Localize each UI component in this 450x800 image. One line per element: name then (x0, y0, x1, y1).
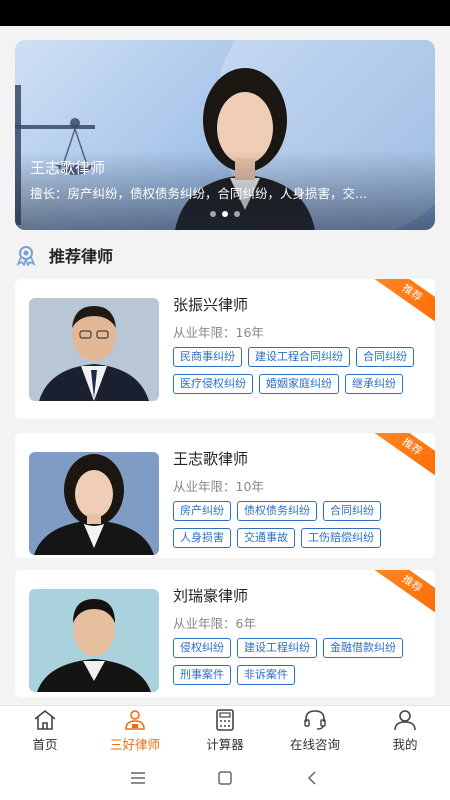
practice-tag: 合同纠纷 (356, 347, 414, 367)
lawyer-card[interactable]: 王志歌律师 从业年限：10年 房产纠纷 债权债务纠纷 合同纠纷 人身损害 交通事… (15, 433, 435, 558)
carousel-dot-active[interactable] (222, 211, 228, 217)
lawyer-icon (125, 710, 145, 730)
headset-icon (304, 710, 326, 730)
status-bar (0, 0, 450, 26)
practice-tag: 房产纠纷 (173, 501, 231, 521)
carousel-dot[interactable] (234, 211, 240, 217)
practice-tags: 侵权纠纷 建设工程纠纷 金融借款纠纷 刑事案件 非诉案件 (173, 638, 423, 692)
banner-title: 王志歌律师 (30, 159, 106, 177)
user-icon (394, 710, 416, 731)
practice-tag: 建设工程纠纷 (237, 638, 317, 658)
practice-tag: 交通事故 (237, 528, 295, 548)
lawyer-years: 从业年限：16年 (173, 325, 264, 340)
lawyer-name: 王志歌律师 (173, 450, 249, 468)
award-ribbon-icon (16, 246, 36, 266)
recommended-badge: 推荐 (369, 279, 435, 328)
tab-label: 我的 (392, 737, 418, 752)
practice-tag: 刑事案件 (173, 665, 231, 685)
recommended-badge: 推荐 (369, 433, 435, 482)
practice-tag: 合同纠纷 (323, 501, 381, 521)
practice-tag: 建设工程合同纠纷 (248, 347, 350, 367)
lawyer-card[interactable]: 刘瑞豪律师 从业年限：6年 侵权纠纷 建设工程纠纷 金融借款纠纷 刑事案件 非诉… (15, 570, 435, 697)
lawyer-name: 张振兴律师 (173, 296, 249, 314)
practice-tag: 民商事纠纷 (173, 347, 242, 367)
practice-tags: 房产纠纷 债权债务纠纷 合同纠纷 人身损害 交通事故 工伤赔偿纠纷 (173, 501, 428, 555)
practice-tag: 人身损害 (173, 528, 231, 548)
lawyer-name: 刘瑞豪律师 (173, 587, 249, 605)
lawyer-photo (29, 298, 159, 401)
tab-calculator[interactable]: 计算器 (180, 706, 270, 755)
tab-profile[interactable]: 我的 (360, 706, 450, 755)
lawyer-photo (29, 452, 159, 555)
section-title: 推荐律师 (49, 247, 114, 266)
lawyer-years: 从业年限：6年 (173, 616, 256, 631)
practice-tag: 婚姻家庭纠纷 (259, 374, 339, 394)
back-icon[interactable] (303, 769, 321, 787)
section-header: 推荐律师 (15, 242, 113, 268)
lawyer-photo (29, 589, 159, 692)
tab-label: 三好律师 (109, 737, 160, 752)
tab-consult[interactable]: 在线咨询 (270, 706, 360, 755)
practice-tag: 医疗侵权纠纷 (173, 374, 253, 394)
practice-tag: 债权债务纠纷 (237, 501, 317, 521)
carousel-dot[interactable] (210, 211, 216, 217)
tab-home[interactable]: 首页 (0, 706, 90, 755)
practice-tag: 侵权纠纷 (173, 638, 231, 658)
home-square-icon[interactable] (216, 769, 234, 787)
lawyer-card[interactable]: 张振兴律师 从业年限：16年 民商事纠纷 建设工程合同纠纷 合同纠纷 医疗侵权纠… (15, 279, 435, 419)
calculator-icon (216, 709, 234, 731)
practice-tag: 金融借款纠纷 (323, 638, 403, 658)
banner-description: 擅长：房产纠纷，债权债务纠纷，合同纠纷，人身损害，交... (30, 186, 367, 201)
tab-label: 首页 (32, 737, 58, 752)
carousel-indicator (15, 211, 435, 217)
tab-lawyers[interactable]: 三好律师 (90, 706, 180, 755)
practice-tag: 继承纠纷 (345, 374, 403, 394)
lawyer-years: 从业年限：10年 (173, 479, 264, 494)
tab-label: 计算器 (206, 737, 244, 752)
tab-label: 在线咨询 (289, 737, 340, 752)
recommended-badge: 推荐 (369, 570, 435, 619)
home-icon (34, 709, 56, 730)
practice-tags: 民商事纠纷 建设工程合同纠纷 合同纠纷 医疗侵权纠纷 婚姻家庭纠纷 继承纠纷 (173, 347, 423, 401)
practice-tag: 非诉案件 (237, 665, 295, 685)
practice-tag: 工伤赔偿纠纷 (301, 528, 381, 548)
menu-icon[interactable] (129, 769, 147, 787)
bottom-tab-bar: 首页 三好律师 计算器 在线咨询 我的 (0, 705, 450, 755)
system-navigation-bar (0, 755, 450, 800)
